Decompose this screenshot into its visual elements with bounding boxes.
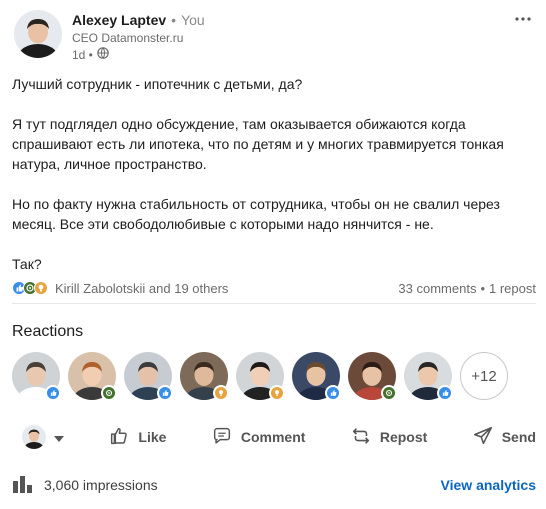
reactor-avatar[interactable] bbox=[236, 352, 285, 401]
insightful-reaction-icon bbox=[269, 385, 285, 401]
post-paragraph: Так? bbox=[12, 256, 42, 272]
repost-label: Repost bbox=[379, 429, 428, 445]
reactor-avatar[interactable] bbox=[180, 352, 229, 401]
reactor-avatar[interactable] bbox=[12, 352, 61, 401]
author-relation: You bbox=[181, 12, 205, 28]
caret-down-icon bbox=[54, 429, 64, 445]
reactor-avatar[interactable] bbox=[292, 352, 341, 401]
engagement-counts: 33 comments • 1 repost bbox=[398, 281, 536, 296]
like-reaction-icon bbox=[45, 385, 61, 401]
post-paragraph: Я тут подглядел одно обсуждение, там ока… bbox=[12, 116, 504, 172]
bar-chart-icon bbox=[12, 475, 34, 496]
post-time: 1d • bbox=[72, 47, 109, 62]
reaction-type-icons bbox=[12, 281, 48, 295]
separator-dot: • bbox=[480, 280, 486, 296]
impressions: 3,060 impressions bbox=[12, 475, 158, 496]
post-paragraph: Но по факту нужна стабильность от сотруд… bbox=[12, 196, 500, 232]
like-reaction-icon bbox=[157, 385, 173, 401]
post-body: Лучший сотрудник - ипотечник с детьми, д… bbox=[12, 74, 536, 294]
celebrate-reaction-icon bbox=[101, 385, 117, 401]
separator-dot: • bbox=[171, 12, 177, 28]
repost-button[interactable]: Repost bbox=[350, 425, 427, 450]
reactions-heading: Reactions bbox=[12, 323, 84, 340]
like-reaction-icon bbox=[325, 385, 341, 401]
author-headline: CEO Datamonster.ru bbox=[72, 31, 184, 45]
actor-selector[interactable] bbox=[22, 425, 64, 449]
impressions-count: 3,060 impressions bbox=[44, 477, 158, 493]
reactor-avatar[interactable] bbox=[404, 352, 453, 401]
insightful-reaction-icon bbox=[213, 385, 229, 401]
reactors-list: +12 bbox=[12, 352, 508, 401]
repost-icon bbox=[350, 425, 372, 450]
more-reactors-button[interactable]: +12 bbox=[460, 352, 508, 400]
send-icon bbox=[472, 425, 494, 450]
send-label: Send bbox=[501, 429, 536, 445]
celebrate-reaction-icon bbox=[381, 385, 397, 401]
analytics-footer: 3,060 impressions View analytics bbox=[12, 474, 536, 496]
reactor-avatar[interactable] bbox=[348, 352, 397, 401]
reactor-avatar[interactable] bbox=[124, 352, 173, 401]
reposts-count[interactable]: 1 repost bbox=[489, 281, 536, 296]
insightful-reaction-icon bbox=[34, 281, 48, 295]
reactions-summary[interactable]: Kirill Zabolotskii and 19 others bbox=[12, 281, 228, 296]
comment-icon bbox=[211, 425, 233, 450]
post-paragraph: Лучший сотрудник - ипотечник с детьми, д… bbox=[12, 76, 303, 92]
social-counts-row: Kirill Zabolotskii and 19 others 33 comm… bbox=[12, 278, 536, 298]
send-button[interactable]: Send bbox=[472, 425, 536, 450]
reactor-avatar[interactable] bbox=[68, 352, 117, 401]
post-time-text: 1d • bbox=[72, 47, 93, 62]
actor-avatar bbox=[22, 425, 46, 449]
comment-button[interactable]: Comment bbox=[211, 425, 306, 450]
more-options-button[interactable] bbox=[510, 8, 536, 26]
more-options-icon bbox=[515, 8, 531, 26]
author-name[interactable]: Alexey Laptev bbox=[72, 12, 166, 28]
author-name-line[interactable]: Alexey Laptev • You bbox=[72, 12, 205, 28]
like-label: Like bbox=[138, 429, 167, 445]
action-bar: Like Comment Repost Send bbox=[12, 421, 536, 453]
like-button[interactable]: Like bbox=[108, 425, 166, 450]
likers-text[interactable]: Kirill Zabolotskii and 19 others bbox=[55, 281, 228, 296]
author-avatar[interactable] bbox=[14, 10, 62, 58]
view-analytics-link[interactable]: View analytics bbox=[441, 477, 536, 493]
like-reaction-icon bbox=[437, 385, 453, 401]
comments-count[interactable]: 33 comments bbox=[398, 281, 476, 296]
divider bbox=[12, 303, 536, 304]
globe-icon bbox=[97, 47, 109, 62]
thumbs-up-icon bbox=[108, 425, 130, 450]
comment-label: Comment bbox=[240, 429, 306, 445]
